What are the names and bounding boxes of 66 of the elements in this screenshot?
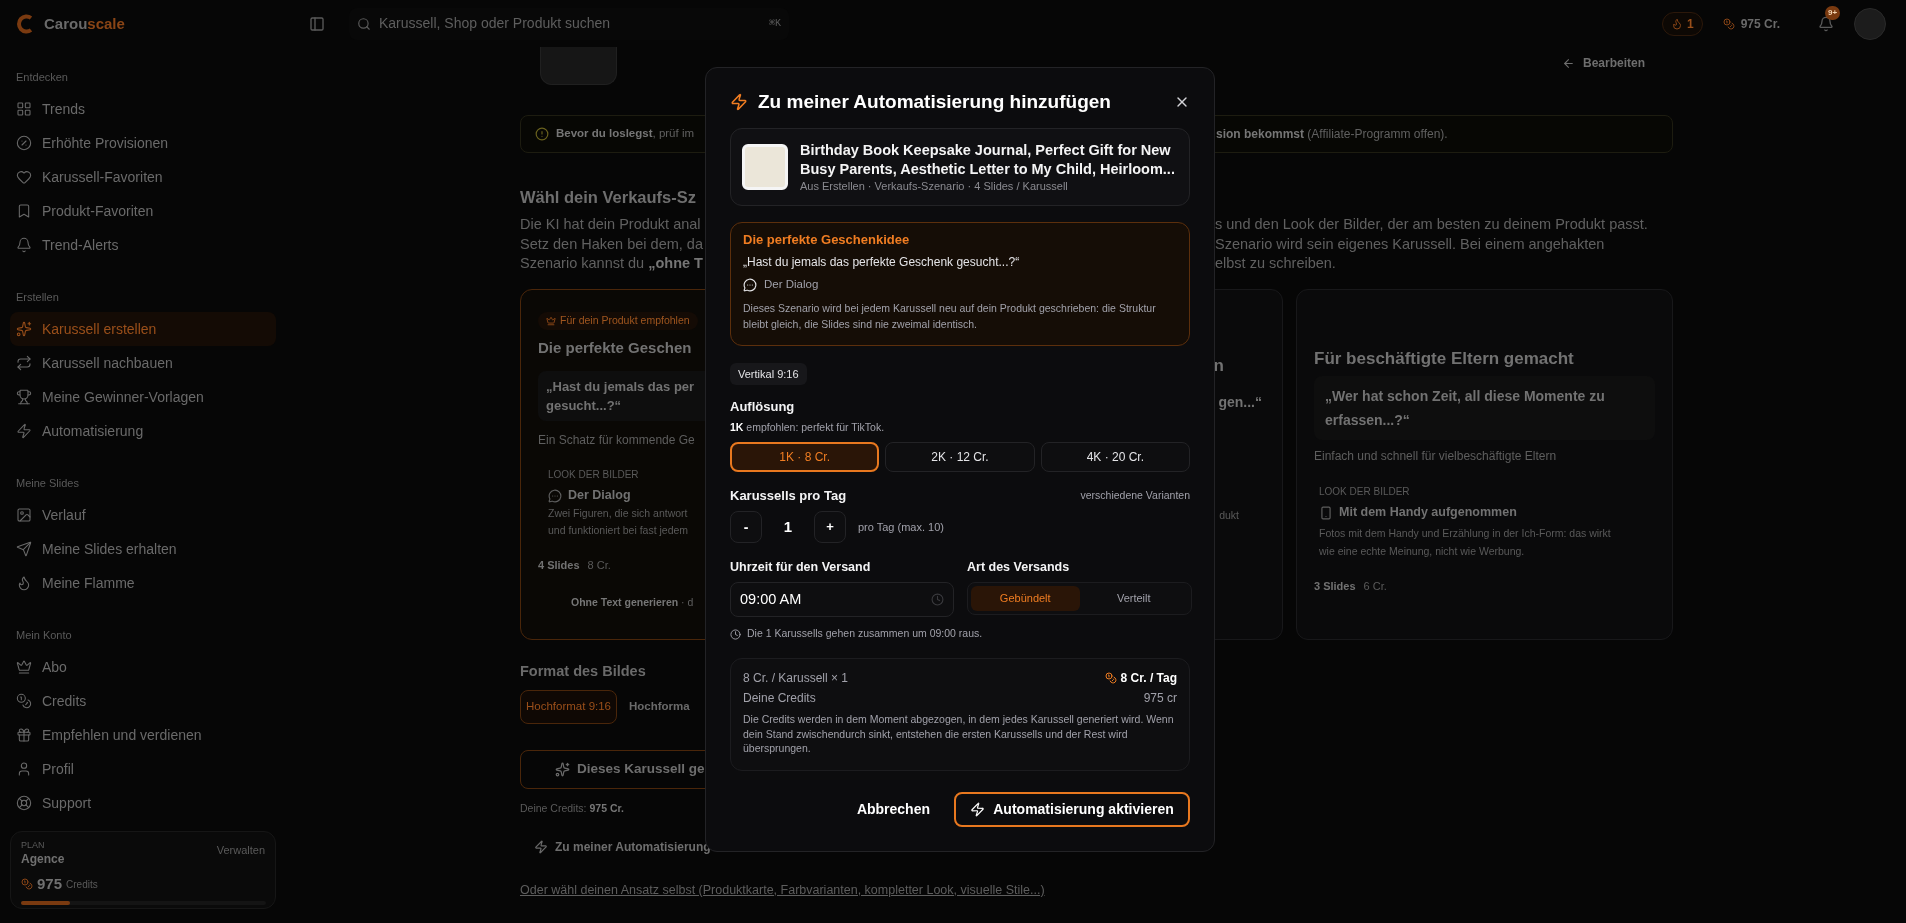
look-description: dukt xyxy=(1219,507,1239,522)
section-label: Entdecken xyxy=(15,70,69,85)
intro-text: Die KI hat dein Produkt anal xyxy=(520,215,701,234)
cost-note: Die Credits werden in dem Moment abgezogen, in dem jedes Karussell generiert wird. Wenn dein Stand zwischendurch sinkt, entstehen die ersten Karussells und der Rest wird übersprungen. xyxy=(743,712,1175,756)
section-label: Meine Slides xyxy=(15,476,80,491)
look-description: und funktioniert bei fast jedem xyxy=(548,522,689,538)
slide-count: 3 Slides xyxy=(1314,579,1356,595)
quote-text: „Wer hat schon Zeit, all diese Momente zu erfassen...?“ xyxy=(1325,387,1605,428)
notice-text: sion bekommst (Affiliate-Programm offen). xyxy=(1216,126,1448,143)
format-heading: Format des Bildes xyxy=(520,661,646,680)
slide-cost: 8 Cr. xyxy=(587,558,611,574)
card-subtitle: Ein Schatz für kommende Ge xyxy=(538,431,695,448)
intro-text: Szenario kannst du „ohne T xyxy=(520,254,703,273)
per-day-label: Karussells pro Tag xyxy=(730,487,847,506)
quote-text: gen...“ xyxy=(1218,392,1262,411)
dialog-title: Zu meiner Automatisierung hinzufügen xyxy=(758,89,1111,114)
resolution-hint: 1K empfohlen: perfekt für TikTok. xyxy=(730,420,885,434)
cost-rate: 8 Cr. / Karussell × 1 xyxy=(743,670,849,687)
section-label: Erstellen xyxy=(15,290,60,305)
product-meta: Aus Erstellen · Verkaufs-Szenario · 4 Slides / Karussell xyxy=(800,178,1068,194)
credits-amount: 975 xyxy=(37,874,63,894)
intro-text: s und den Look der Bilder, der am besten zu deinem Produkt passt. xyxy=(1215,215,1648,234)
recommended-badge: Für dein Produkt empfohlen xyxy=(538,311,698,330)
schedule-note: Die 1 Karussells gehen zusammen um 09:00 raus. xyxy=(747,626,983,642)
look-description: Fotos mit dem Handy und Erzählung in der Ich-Form: das wirkt wie eine echte Meinung, nicht wie Werbung. xyxy=(1319,525,1612,559)
section-heading: Wähl dein Verkaufs-Sz xyxy=(520,187,697,208)
card-title: Die perfekte Geschen xyxy=(538,337,692,358)
product-title: Birthday Book Keepsake Journal, Perfect Gift for New Busy Parents, Aesthetic Letter to My Child, Heirloom... xyxy=(800,140,1176,179)
credits-value: 975 cr xyxy=(1143,690,1177,707)
per-day-limit: pro Tag (max. 10) xyxy=(858,519,944,535)
plan-label: PLAN xyxy=(21,840,45,851)
card-title: n xyxy=(1213,355,1224,376)
quote-text: gesucht...?“ xyxy=(546,396,622,415)
look-name: Mit dem Handy aufgenommen xyxy=(1339,504,1517,522)
card-subtitle: Einfach und schnell für vielbeschäftigte Eltern xyxy=(1314,447,1557,464)
time-label: Uhrzeit für den Versand xyxy=(730,559,872,575)
quote-text: „Hast du jemals das per xyxy=(546,377,695,396)
slide-count: 4 Slides xyxy=(538,558,580,574)
look-description: Zwei Figuren, die sich antwort xyxy=(548,505,688,521)
plan-name: Agence xyxy=(21,851,65,867)
notification-badge: 9+ xyxy=(1825,5,1841,20)
notice-text: Bevor du loslegst, prüf im xyxy=(556,126,695,142)
cost-total: 8 Cr. / Tag xyxy=(1120,670,1177,687)
quantity-value: 1 xyxy=(782,516,794,537)
resolution-label: Auflösung xyxy=(730,399,795,415)
scenario-look: Der Dialog xyxy=(764,277,819,293)
credits-text: Deine Credits: 975 Cr. xyxy=(520,800,624,815)
look-label: LOOK DER BILDER xyxy=(548,468,639,481)
section-label: Mein Konto xyxy=(15,628,73,643)
format-chip: Vertikal 9:16 xyxy=(730,363,807,385)
credits-label: Deine Credits xyxy=(743,690,816,707)
look-label: LOOK DER BILDER xyxy=(1319,485,1410,498)
scenario-title: Die perfekte Geschenkidee xyxy=(743,232,910,248)
look-name: Der Dialog xyxy=(568,487,631,505)
shortcut-key: ⌘K xyxy=(768,16,781,31)
card-title: Für beschäftigte Eltern gemacht xyxy=(1314,348,1574,369)
intro-text: elbst zu schreiben. xyxy=(1215,254,1336,273)
per-day-note: verschiedene Varianten xyxy=(1080,488,1190,504)
delivery-label: Art des Versands xyxy=(967,559,1071,575)
scenario-quote: „Hast du jemals das perfekte Geschenk gesucht...?“ xyxy=(743,255,1020,270)
slide-cost: 6 Cr. xyxy=(1363,579,1387,595)
intro-text: Setz den Haken bei dem, da xyxy=(520,234,703,254)
intro-text: Szenario wird sein eigenes Karussell. Bei einem angehakten xyxy=(1215,234,1605,254)
credits-unit: Credits xyxy=(66,877,98,892)
brand-name: Carouscale xyxy=(44,13,125,34)
scenario-description: Dieses Szenario wird bei jedem Karussell neu auf dein Produkt geschrieben: die Struktur bleibt gleich, die Slides sind nie zweimal identisch. xyxy=(743,301,1157,332)
